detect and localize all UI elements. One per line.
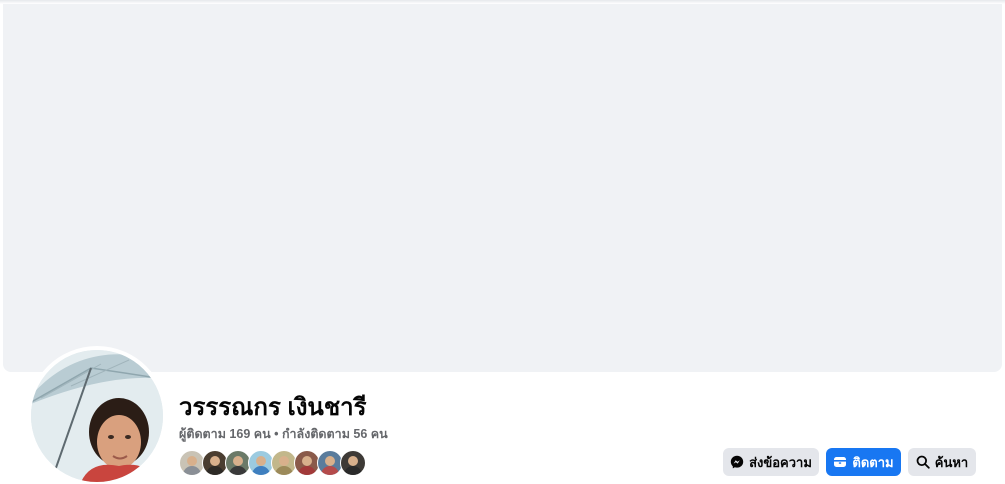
follow-button[interactable]: ติดตาม bbox=[826, 448, 901, 476]
friend-body bbox=[252, 466, 270, 475]
friend-face bbox=[348, 456, 358, 466]
search-icon bbox=[916, 455, 930, 469]
friend-avatar[interactable] bbox=[340, 450, 366, 476]
search-button[interactable]: ค้นหา bbox=[908, 448, 976, 476]
friend-avatars bbox=[179, 450, 366, 476]
follow-stats[interactable]: ผู้ติดตาม 169 คน • กำลังติดตาม 56 คน bbox=[179, 426, 388, 442]
profile-avatar[interactable] bbox=[31, 350, 163, 482]
friend-face bbox=[256, 456, 266, 466]
message-button[interactable]: ส่งข้อความ bbox=[723, 448, 819, 476]
friend-body bbox=[275, 466, 293, 475]
friend-body bbox=[183, 466, 201, 475]
friend-face bbox=[325, 456, 335, 466]
friend-face bbox=[279, 456, 289, 466]
friend-face bbox=[302, 456, 312, 466]
friend-body bbox=[206, 466, 224, 475]
profile-page: วรรรณกร เงินชารี ผู้ติดตาม 169 คน • กำลั… bbox=[0, 0, 1005, 484]
follow-icon bbox=[833, 455, 847, 469]
search-button-label: ค้นหา bbox=[934, 454, 969, 470]
messenger-icon bbox=[730, 455, 744, 469]
friend-face bbox=[210, 456, 220, 466]
friend-face bbox=[233, 456, 243, 466]
profile-name: วรรรณกร เงินชารี bbox=[179, 394, 367, 421]
avatar-photo bbox=[31, 350, 163, 482]
follow-button-label: ติดตาม bbox=[852, 454, 894, 470]
message-button-label: ส่งข้อความ bbox=[749, 454, 812, 470]
friend-body bbox=[229, 466, 247, 475]
friend-body bbox=[344, 466, 362, 475]
friend-face bbox=[187, 456, 197, 466]
friend-body bbox=[298, 466, 316, 475]
friend-body bbox=[321, 466, 339, 475]
cover-photo[interactable] bbox=[3, 4, 1002, 372]
